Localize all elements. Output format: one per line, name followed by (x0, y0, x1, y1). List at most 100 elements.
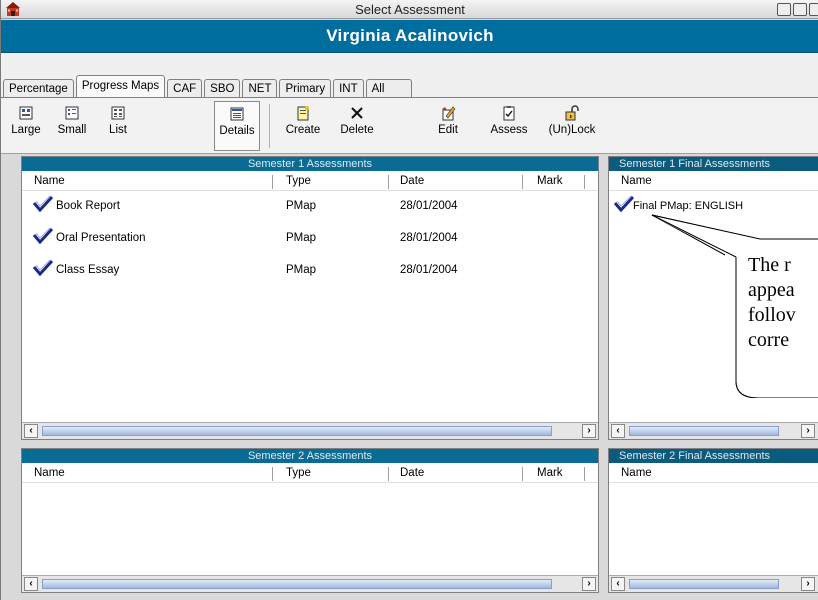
semester1-final-column-header: Name (609, 171, 818, 191)
student-header: Virginia Acalinovich (1, 20, 818, 53)
semester2-final-title: Semester 2 Final Assessments (609, 449, 818, 463)
column-mark[interactable]: Mark (537, 175, 563, 187)
close-button[interactable] (809, 3, 818, 16)
maximize-button[interactable] (793, 3, 807, 16)
column-divider[interactable] (584, 467, 585, 481)
list-view-button[interactable]: List (99, 101, 137, 151)
column-type[interactable]: Type (286, 175, 311, 187)
scroll-thumb[interactable] (629, 579, 779, 589)
scroll-left-arrow-icon[interactable]: ‹ (24, 424, 38, 438)
column-divider[interactable] (272, 467, 273, 481)
toolbar: Large Small List Details Create Delete E… (1, 98, 818, 154)
assessment-date: 28/01/2004 (400, 264, 458, 276)
scroll-left-arrow-icon[interactable]: ‹ (24, 577, 38, 591)
scroll-right-arrow-icon[interactable]: › (801, 577, 815, 591)
unlock-button[interactable]: (Un)Lock (543, 101, 601, 151)
tab-primary[interactable]: Primary (279, 79, 332, 99)
large-icons-icon (19, 106, 33, 120)
assessment-date: 28/01/2004 (400, 232, 458, 244)
column-name[interactable]: Name (621, 175, 652, 187)
horizontal-scrollbar[interactable]: ‹ › (609, 575, 818, 592)
assess-button[interactable]: Assess (484, 101, 534, 151)
semester1-final-title: Semester 1 Final Assessments (609, 157, 818, 171)
delete-button[interactable]: Delete (334, 101, 380, 151)
semester2-column-header: Name Type Date Mark (22, 463, 598, 483)
title-bar: Select Assessment (1, 0, 818, 19)
table-row[interactable]: Book Report PMap 28/01/2004 (22, 191, 598, 223)
callout-text: The r appea follov corre (748, 254, 796, 351)
small-icons-icon (65, 106, 79, 120)
column-name[interactable]: Name (621, 467, 652, 479)
assess-clipboard-icon (503, 106, 515, 121)
minimize-button[interactable] (777, 3, 791, 16)
details-view-button[interactable]: Details (214, 101, 260, 151)
column-mark[interactable]: Mark (537, 467, 563, 479)
assessment-name: Oral Presentation (56, 232, 146, 244)
semester2-final-panel: Semester 2 Final Assessments Name ‹ › (608, 448, 818, 593)
window-title: Select Assessment (355, 2, 465, 17)
select-assessment-window: Select Assessment Virginia Acalinovich P… (0, 0, 818, 600)
checkmark-icon (32, 259, 54, 277)
semester2-panel-title: Semester 2 Assessments (22, 449, 598, 463)
semester2-assessments-panel: Semester 2 Assessments Name Type Date Ma… (21, 448, 599, 593)
tab-all[interactable]: All (365, 79, 412, 99)
tab-percentage[interactable]: Percentage (3, 79, 74, 99)
semester1-panel-title: Semester 1 Assessments (22, 157, 598, 171)
padlock-icon (565, 105, 579, 121)
horizontal-scrollbar[interactable]: ‹ › (22, 575, 598, 592)
create-button[interactable]: Create (280, 101, 326, 151)
semester1-column-header: Name Type Date Mark (22, 171, 598, 191)
column-divider[interactable] (522, 175, 523, 189)
column-divider[interactable] (388, 467, 389, 481)
scroll-left-arrow-icon[interactable]: ‹ (611, 577, 625, 591)
create-document-icon (297, 106, 309, 121)
tab-caf[interactable]: CAF (167, 79, 203, 99)
tab-int[interactable]: INT (333, 79, 364, 99)
details-view-icon (230, 107, 244, 121)
tab-bar: Percentage Progress Maps CAF SBO NET Pri… (1, 53, 818, 99)
scroll-right-arrow-icon[interactable]: › (582, 577, 596, 591)
column-divider[interactable] (584, 175, 585, 189)
column-date[interactable]: Date (400, 175, 424, 187)
column-name[interactable]: Name (34, 467, 65, 479)
student-name: Virginia Acalinovich (326, 26, 494, 45)
column-type[interactable]: Type (286, 467, 311, 479)
horizontal-scrollbar[interactable]: ‹ › (22, 422, 598, 439)
scroll-right-arrow-icon[interactable]: › (801, 424, 815, 438)
checkmark-icon (32, 195, 54, 213)
tab-net[interactable]: NET (242, 79, 278, 99)
scroll-thumb[interactable] (42, 426, 552, 436)
assessment-type: PMap (286, 200, 317, 212)
assessment-name: Book Report (56, 200, 120, 212)
large-icons-button[interactable]: Large (7, 101, 45, 151)
scroll-thumb[interactable] (629, 426, 779, 436)
checkmark-icon (613, 195, 635, 213)
scroll-left-arrow-icon[interactable]: ‹ (611, 424, 625, 438)
semester1-assessments-panel: Semester 1 Assessments Name Type Date Ma… (21, 156, 599, 440)
assessment-type: PMap (286, 264, 317, 276)
assessment-name: Class Essay (56, 264, 120, 276)
horizontal-scrollbar[interactable]: ‹ › (609, 422, 818, 439)
column-name[interactable]: Name (34, 175, 65, 187)
checkmark-icon (32, 227, 54, 245)
tab-sbo[interactable]: SBO (204, 79, 241, 99)
assessment-date: 28/01/2004 (400, 200, 458, 212)
list-view-icon (111, 106, 125, 120)
delete-x-icon (351, 107, 363, 119)
column-divider[interactable] (272, 175, 273, 189)
small-icons-button[interactable]: Small (53, 101, 91, 151)
column-divider[interactable] (522, 467, 523, 481)
edit-pencil-icon (442, 106, 456, 121)
table-row[interactable]: Oral Presentation PMap 28/01/2004 (22, 223, 598, 255)
final-assessment-name: Final PMap: ENGLISH (633, 200, 744, 212)
edit-button[interactable]: Edit (428, 101, 468, 151)
column-date[interactable]: Date (400, 467, 424, 479)
assessment-type: PMap (286, 232, 317, 244)
scroll-thumb[interactable] (42, 579, 552, 589)
tab-progress-maps[interactable]: Progress Maps (75, 75, 166, 99)
column-divider[interactable] (388, 175, 389, 189)
semester2-final-column-header: Name (609, 463, 818, 483)
scroll-right-arrow-icon[interactable]: › (582, 424, 596, 438)
toolbar-separator (269, 104, 270, 148)
table-row[interactable]: Class Essay PMap 28/01/2004 (22, 255, 598, 287)
